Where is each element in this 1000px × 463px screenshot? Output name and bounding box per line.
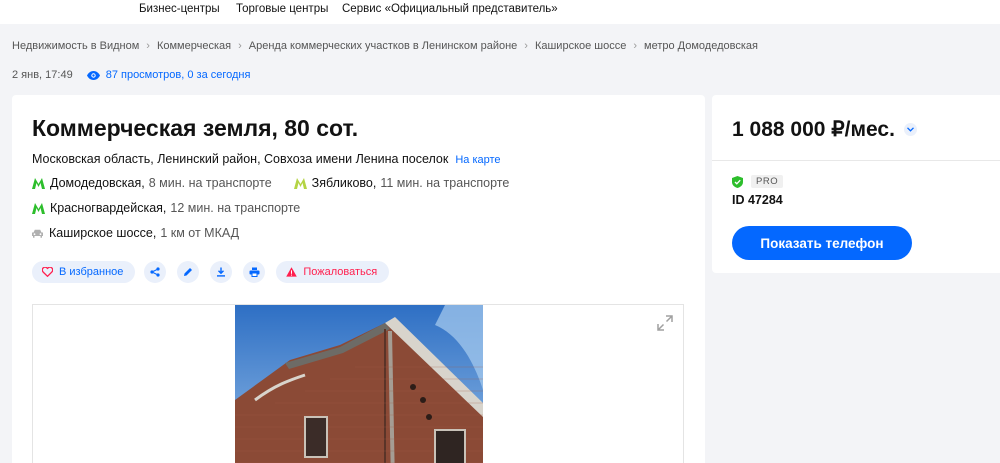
breadcrumb-item[interactable]: метро Домодедовская <box>644 40 758 52</box>
metro-icon <box>32 177 45 189</box>
edit-button[interactable] <box>177 261 200 283</box>
show-phone-button[interactable]: Показать телефон <box>732 226 912 260</box>
building-photo-image <box>235 305 483 463</box>
listing-photo[interactable] <box>235 305 483 463</box>
price-value: 1 088 000 ₽/мес. <box>732 118 895 141</box>
metro-time: 12 мин. на транспорте <box>170 201 301 215</box>
download-icon <box>217 267 226 277</box>
highway-name: Каширское шоссе, <box>49 226 157 240</box>
listing-title: Коммерческая земля, 80 сот. <box>32 115 359 141</box>
report-label: Пожаловаться <box>303 266 378 278</box>
address-text: Московская область, Ленинский район, Сов… <box>32 152 449 166</box>
breadcrumb-item[interactable]: Недвижимость в Видном <box>12 40 139 52</box>
download-button[interactable] <box>210 261 233 283</box>
nav-item-official-rep[interactable]: Сервис «Официальный представитель» <box>342 3 558 15</box>
verified-shield-icon <box>732 175 743 188</box>
listing-address: Московская область, Ленинский район, Сов… <box>32 152 501 166</box>
favorite-label: В избранное <box>59 266 124 278</box>
metro-station[interactable]: Домодедовская <box>50 176 141 190</box>
nav-item-shopping-centers[interactable]: Торговые центры <box>236 3 328 15</box>
breadcrumb: Недвижимость в Видном › Коммерческая › Аренд… <box>12 40 758 52</box>
edit-icon <box>184 268 193 276</box>
metro-time: 11 мин. на транспорте <box>380 176 510 190</box>
price-card: 1 088 000 ₽/мес. PRO ID 47284 Показать т… <box>712 95 1000 273</box>
listing-card: Коммерческая земля, 80 сот. Московская о… <box>12 95 705 463</box>
car-icon <box>32 229 43 238</box>
listing-meta: 2 янв, 17:49 87 просмотров, 0 за сегодня <box>12 69 250 81</box>
chevron-down-icon <box>906 127 914 132</box>
nav-item-business-centers[interactable]: Бизнес-центры <box>139 3 220 15</box>
favorite-button[interactable]: В избранное <box>32 261 136 283</box>
highway-row: Каширское шоссе, 1 км от МКАД <box>32 226 239 240</box>
metro-station[interactable]: Зябликово <box>312 176 373 190</box>
metro-icon <box>32 202 45 214</box>
share-button[interactable] <box>144 261 167 283</box>
breadcrumb-item[interactable]: Каширское шоссе <box>535 40 626 52</box>
photo-gallery <box>32 304 684 463</box>
heart-icon <box>42 267 53 277</box>
agent-badges: PRO <box>732 175 784 188</box>
top-nav: Бизнес-центры Торговые центры Сервис «Оф… <box>0 0 1000 24</box>
metro-row: Красногвардейская, 12 мин. на транспорте <box>32 201 300 215</box>
breadcrumb-separator-icon: › <box>524 40 528 52</box>
fullscreen-icon[interactable] <box>657 315 673 331</box>
views-counter[interactable]: 87 просмотров, 0 за сегодня <box>86 69 251 81</box>
report-button[interactable]: Пожаловаться <box>276 261 390 283</box>
views-text: 87 просмотров, 0 за сегодня <box>105 69 251 81</box>
on-map-link[interactable]: На карте <box>455 154 500 166</box>
action-bar: В избранное Пожаловаться <box>32 261 398 283</box>
share-icon <box>150 267 160 277</box>
warning-icon <box>286 267 298 277</box>
breadcrumb-item[interactable]: Аренда коммерческих участков в Ленинском… <box>249 40 518 52</box>
breadcrumb-separator-icon: › <box>146 40 150 52</box>
print-button[interactable] <box>243 261 266 283</box>
breadcrumb-separator-icon: › <box>633 40 638 52</box>
price-details-toggle[interactable] <box>903 123 917 136</box>
breadcrumb-separator-icon: › <box>238 40 242 52</box>
eye-icon <box>86 70 100 80</box>
metro-time: 8 мин. на транспорте <box>148 176 272 190</box>
metro-icon <box>293 177 307 189</box>
divider <box>712 160 1000 161</box>
metro-station[interactable]: Красногвардейская <box>50 201 163 215</box>
agent-id[interactable]: ID 47284 <box>732 193 783 207</box>
metro-row: Домодедовская, 8 мин. на транспорте Зябл… <box>32 176 509 190</box>
highway-distance: 1 км от МКАД <box>160 226 240 240</box>
pro-badge: PRO <box>751 175 784 188</box>
publish-date: 2 янв, 17:49 <box>12 69 73 81</box>
price-row: 1 088 000 ₽/мес. <box>732 117 917 142</box>
breadcrumb-item[interactable]: Коммерческая <box>157 40 231 52</box>
print-icon <box>249 267 260 277</box>
